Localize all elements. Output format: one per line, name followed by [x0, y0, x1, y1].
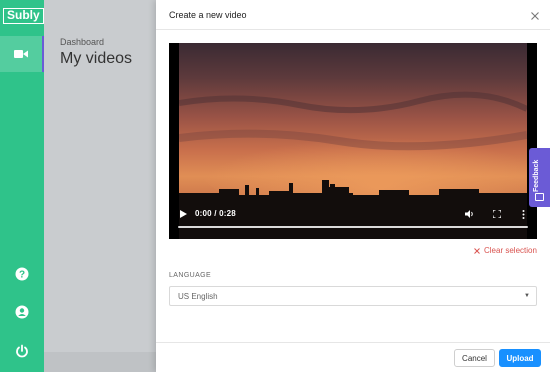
- breadcrumb[interactable]: Dashboard: [60, 37, 104, 47]
- more-options-button[interactable]: [517, 208, 529, 220]
- language-label: LANGUAGE: [169, 272, 212, 279]
- feedback-label: Feedback: [533, 159, 540, 192]
- close-button[interactable]: [528, 9, 542, 23]
- svg-text:?: ?: [19, 270, 25, 281]
- chat-icon: [535, 193, 544, 201]
- video-progress-bar[interactable]: [178, 226, 528, 228]
- clear-selection-label: Clear selection: [484, 246, 537, 255]
- video-camera-icon: [14, 50, 28, 58]
- app-logo[interactable]: Subly: [3, 8, 44, 24]
- video-controls: 0:00 / 0:28: [169, 43, 537, 239]
- feedback-tab[interactable]: Feedback: [529, 148, 550, 207]
- help-icon: ?: [15, 267, 29, 281]
- panel-title: Create a new video: [169, 10, 247, 20]
- upload-button[interactable]: Upload: [499, 349, 541, 367]
- logout-button[interactable]: [12, 341, 32, 361]
- language-select[interactable]: US English ▼: [169, 286, 537, 306]
- chevron-down-icon: ▼: [524, 293, 530, 299]
- help-button[interactable]: ?: [12, 264, 32, 284]
- close-icon: [531, 12, 539, 20]
- panel-footer: Cancel Upload: [156, 342, 550, 372]
- sidebar: Subly ?: [0, 0, 44, 372]
- clear-selection-link[interactable]: Clear selection: [474, 246, 537, 255]
- mute-button[interactable]: [464, 208, 476, 220]
- more-vertical-icon: [522, 209, 524, 219]
- panel-header: Create a new video: [156, 0, 550, 30]
- dashboard-footer-strip: [44, 352, 156, 372]
- volume-icon: [465, 210, 473, 218]
- play-button[interactable]: [178, 209, 188, 219]
- close-icon: [474, 247, 480, 254]
- account-button[interactable]: [12, 302, 32, 322]
- page-title: My videos: [60, 50, 133, 67]
- video-time: 0:00 / 0:28: [195, 209, 236, 218]
- language-selected-value: US English: [178, 291, 218, 301]
- video-player[interactable]: 0:00 / 0:28: [169, 43, 537, 239]
- account-icon: [15, 305, 29, 319]
- fullscreen-button[interactable]: [491, 208, 503, 220]
- fullscreen-icon: [493, 210, 501, 218]
- sidebar-item-videos[interactable]: [0, 36, 44, 72]
- cancel-button[interactable]: Cancel: [454, 349, 495, 367]
- power-icon: [16, 344, 28, 358]
- play-icon: [179, 210, 187, 218]
- create-video-panel: Create a new video 0:00 / 0:28 Clear sel…: [156, 0, 550, 372]
